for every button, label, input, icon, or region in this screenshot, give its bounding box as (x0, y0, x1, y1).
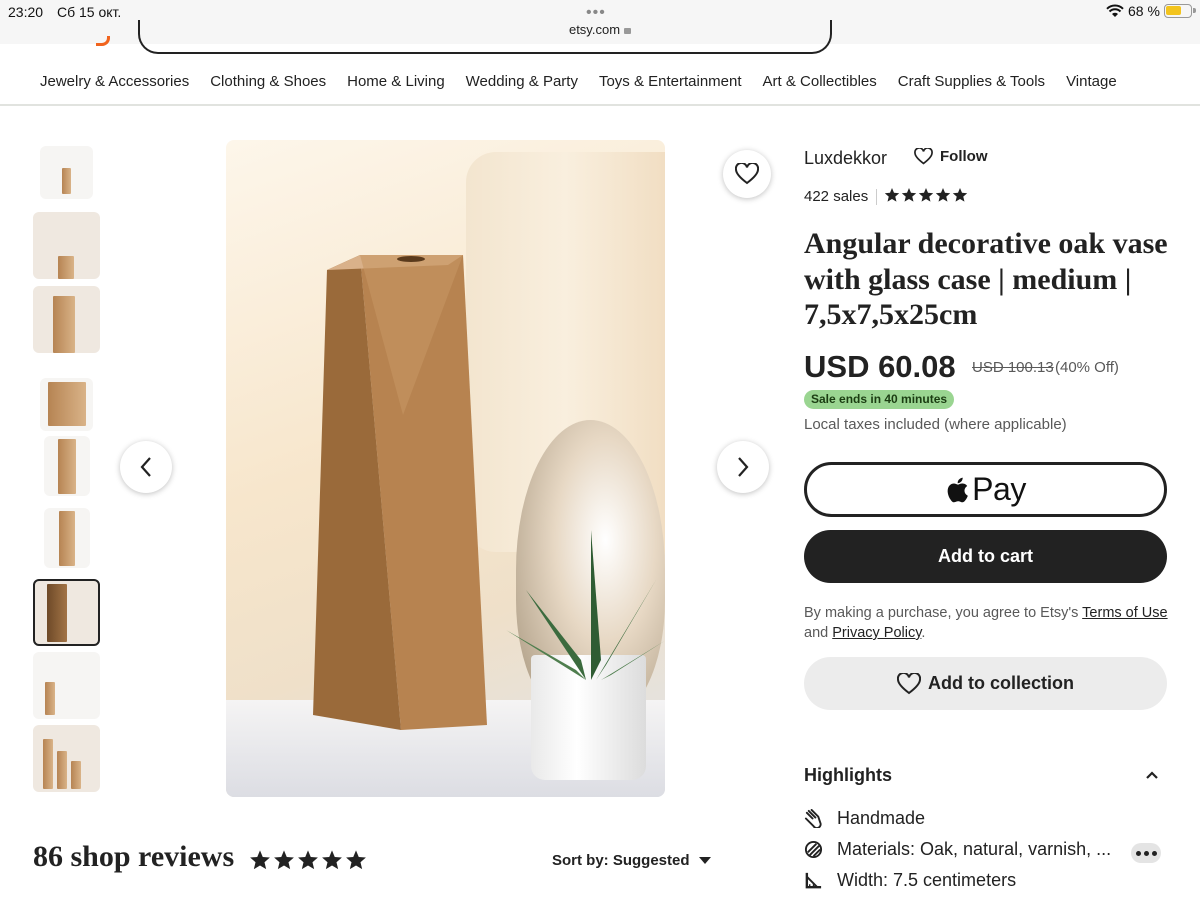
clock: 23:20 (8, 4, 44, 20)
star-icon (884, 188, 900, 202)
category-art[interactable]: Art & Collectibles (763, 73, 877, 90)
prev-image-button[interactable] (120, 441, 172, 493)
hand-icon (804, 809, 822, 828)
thumbnail-selected[interactable] (33, 579, 100, 646)
highlight-text: Materials: Oak, natural, varnish, ... (837, 839, 1112, 859)
caret-down-icon (698, 857, 711, 864)
star-icon (918, 188, 934, 202)
thumbnail[interactable] (44, 508, 90, 568)
star-icon (952, 188, 968, 202)
sale-ends-badge: Sale ends in 40 minutes (804, 390, 955, 409)
category-clothing[interactable]: Clothing & Shoes (210, 73, 326, 90)
star-icon (274, 850, 294, 870)
materials-icon (804, 840, 823, 859)
apple-icon (947, 477, 968, 502)
ruler-icon (805, 872, 822, 889)
chevron-right-icon (738, 457, 749, 477)
star-icon (346, 850, 366, 870)
more-materials-button[interactable] (1131, 843, 1161, 863)
listing-title: Angular decorative oak vase with glass c… (804, 227, 1168, 331)
apple-pay-label: Pay (972, 471, 1026, 507)
thumbnail[interactable] (33, 286, 100, 353)
thumbnail[interactable] (44, 436, 90, 496)
shop-name-link[interactable]: Luxdekkor (804, 148, 887, 169)
legal-prefix: By making a purchase, you agree to Etsy'… (804, 605, 1079, 621)
taxes-note: Local taxes included (where applicable) (804, 416, 1067, 433)
sort-dropdown[interactable]: Sort by: Suggested (552, 852, 711, 869)
thumbnail[interactable] (40, 146, 93, 199)
add-to-collection-label: Add to collection (928, 673, 1074, 693)
category-wedding[interactable]: Wedding & Party (466, 73, 578, 90)
reviews-rating-stars (249, 849, 369, 871)
follow-label: Follow (940, 148, 988, 165)
add-to-collection-button[interactable]: Add to collection (804, 657, 1167, 710)
chevron-up-icon[interactable] (1145, 770, 1159, 780)
highlight-materials: Materials: Oak, natural, varnish, ... (804, 839, 1111, 860)
main-product-image[interactable] (226, 140, 665, 797)
apple-pay-button[interactable]: Pay (804, 462, 1167, 517)
category-toys[interactable]: Toys & Entertainment (599, 73, 742, 90)
heart-icon (897, 672, 921, 694)
category-craft[interactable]: Craft Supplies & Tools (898, 73, 1045, 90)
highlight-text: Width: 7.5 centimeters (837, 870, 1017, 890)
category-jewelry[interactable]: Jewelry & Accessories (40, 73, 189, 90)
shop-rating-stars[interactable] (884, 187, 969, 203)
add-to-cart-button[interactable]: Add to cart (804, 530, 1167, 583)
wifi-icon (1106, 4, 1124, 17)
thumbnail[interactable] (33, 212, 100, 279)
highlight-width: Width: 7.5 centimeters (804, 870, 1016, 891)
privacy-policy-link[interactable]: Privacy Policy (832, 625, 921, 641)
date: Сб 15 окт. (57, 4, 122, 20)
original-price: USD 100.13 (972, 359, 1054, 376)
chevron-left-icon (140, 457, 151, 477)
thumbnail[interactable] (33, 725, 100, 792)
legal-suffix: . (921, 625, 926, 641)
terms-of-use-link[interactable]: Terms of Use (1082, 605, 1167, 621)
oak-vase (313, 255, 487, 730)
purchase-legal-text: By making a purchase, you agree to Etsy'… (804, 603, 1174, 643)
star-icon (935, 188, 951, 202)
reviews-heading: 86 shop reviews (33, 840, 235, 873)
battery-icon (1164, 4, 1196, 18)
discount-label: (40% Off) (1055, 359, 1119, 376)
battery-percent: 68 % (1128, 3, 1160, 19)
thumbnail[interactable] (33, 652, 100, 719)
star-icon (322, 850, 342, 870)
follow-button[interactable]: Follow (914, 148, 988, 165)
thumbnail[interactable] (40, 378, 93, 431)
next-image-button[interactable] (717, 441, 769, 493)
sales-count: 422 sales (804, 188, 869, 205)
highlight-handmade: Handmade (804, 808, 925, 829)
highlights-heading[interactable]: Highlights (804, 765, 892, 786)
highlight-text: Handmade (837, 808, 926, 828)
category-home[interactable]: Home & Living (347, 73, 445, 90)
heart-icon (914, 148, 933, 165)
favorite-button[interactable] (723, 150, 771, 198)
category-vintage[interactable]: Vintage (1066, 73, 1117, 90)
legal-and: and (804, 625, 829, 641)
category-nav: Jewelry & Accessories Clothing & Shoes H… (0, 44, 1200, 106)
add-to-cart-label: Add to cart (937, 546, 1033, 566)
succulent (506, 530, 665, 680)
divider (876, 189, 877, 205)
heart-icon (735, 163, 759, 185)
sort-label: Sort by: Suggested (552, 852, 690, 869)
star-icon (901, 188, 917, 202)
star-icon (250, 850, 270, 870)
sale-price: USD 60.08 (804, 349, 956, 384)
star-icon (298, 850, 318, 870)
